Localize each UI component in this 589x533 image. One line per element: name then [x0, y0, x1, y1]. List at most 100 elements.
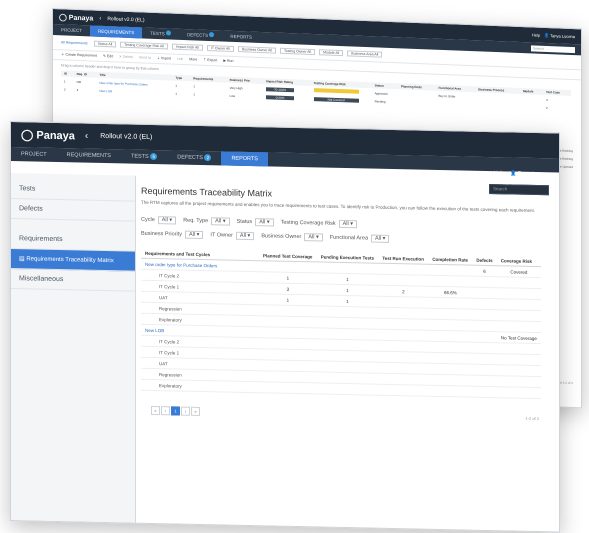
rtm-content: Requirements Traceability Matrix The RTM…	[141, 176, 559, 532]
filters-row-2: Business Priority All ▾ IT Owner All ▾ B…	[141, 230, 559, 247]
edit-button[interactable]: ✎ Edit	[103, 54, 113, 59]
business-owner-filter[interactable]: All ▾	[304, 233, 323, 242]
it-owner-filter-label: IT Owner	[210, 232, 233, 239]
send-button[interactable]: Send to	[139, 55, 151, 60]
cell-rate	[428, 297, 473, 310]
cell-defects	[472, 353, 497, 365]
status-filter[interactable]: Status All	[93, 40, 117, 48]
cycle-filter[interactable]: All ▾	[157, 216, 177, 225]
back-arrow-icon[interactable]: ‹	[85, 131, 88, 142]
cell-defects	[472, 342, 497, 354]
tab-defects[interactable]: DEFECTS	[179, 29, 222, 42]
tab-reports[interactable]: REPORTS	[221, 151, 268, 167]
testing-owner-filter[interactable]: Testing Owner All	[280, 47, 316, 56]
project-selector[interactable]: Rollout v2.0 (EL)	[107, 16, 144, 23]
sidebar-item-defects[interactable]: Defects	[11, 199, 135, 222]
cell-id: 2	[64, 87, 66, 92]
business-area-filter[interactable]: Business Area All	[347, 50, 383, 58]
sidebar-item-tests[interactable]: Tests	[11, 179, 135, 202]
rtm-window: ◯ Panaya ‹ Rollout v2.0 (EL) PROJECT REQ…	[10, 121, 560, 533]
cell-test-case: 2	[546, 105, 548, 111]
cell-rate	[428, 264, 473, 277]
import-button[interactable]: ⇣ Import	[157, 56, 171, 62]
cell-risk	[496, 353, 541, 366]
cell-impact-bar: 0-20%	[263, 93, 311, 103]
cell-rate: 66.6%	[428, 286, 473, 299]
tab-requirements[interactable]: REQUIREMENTS	[57, 148, 121, 163]
user-area: Help 👤 Tanya Lucena	[494, 170, 549, 177]
cell-risk	[496, 386, 541, 399]
filters-row-1: Cycle All ▾ Req. Type All ▾ Status All ▾…	[141, 216, 559, 233]
create-requirement-button[interactable]: ＋ Create Requirement	[61, 52, 97, 58]
back-arrow-icon[interactable]: ‹	[99, 15, 101, 21]
search-input[interactable]: Search	[531, 45, 575, 54]
project-selector[interactable]: Rollout v2.0 (EL)	[100, 133, 152, 141]
it-owner-filter[interactable]: All ▾	[235, 231, 255, 241]
first-page-button[interactable]: «	[151, 405, 160, 416]
cell-business-process	[475, 101, 520, 111]
business-owner-filter[interactable]: Business Owner All	[237, 46, 277, 54]
cell-risk	[496, 342, 541, 355]
cell-rate	[428, 385, 473, 398]
sidebar-item-requirements[interactable]: Requirements	[11, 229, 135, 252]
cell-risk	[496, 320, 541, 333]
rtm-table: Requirements and Test Cycles Planned Tes…	[141, 247, 541, 399]
next-page-button[interactable]: ›	[181, 406, 190, 416]
tab-tests[interactable]: TESTS	[142, 27, 179, 39]
run-button[interactable]: ▶ Run	[223, 59, 233, 64]
testing-coverage-filter[interactable]: All ▾	[338, 219, 358, 229]
panaya-logo: ◯ Panaya	[21, 129, 75, 143]
cell-pending	[316, 382, 379, 396]
cell-defects	[472, 309, 497, 321]
sidebar-item-rtm[interactable]: ▤ Requirements Traceability Matrix	[11, 249, 135, 272]
business-owner-filter-label: Business Owner	[261, 233, 302, 241]
status-filter[interactable]: All ▾	[255, 218, 274, 227]
business-priority-filter-label: Business Priority	[141, 230, 182, 238]
all-requirements-dropdown[interactable]: All Requirements	[61, 40, 88, 45]
user-menu[interactable]: 👤 Tanya Lucena	[510, 170, 549, 177]
req-type-filter[interactable]: All ▾	[211, 217, 230, 226]
prev-page-button[interactable]: ‹	[161, 406, 170, 416]
panaya-logo: ◯ Panaya	[59, 13, 94, 23]
cell-defects	[472, 375, 497, 387]
col-defects: Defects	[472, 254, 497, 266]
tab-requirements[interactable]: REQUIREMENTS	[90, 25, 143, 39]
cell-type: 1	[175, 91, 178, 96]
business-priority-filter[interactable]: All ▾	[184, 230, 204, 240]
sidebar-item-miscellaneous[interactable]: Miscellaneous	[11, 269, 135, 292]
last-page-button[interactable]: »	[191, 406, 200, 416]
page-1-button[interactable]: 1	[171, 406, 180, 416]
impact-risk-filter[interactable]: Impact Risk All	[171, 43, 203, 51]
cell-rate	[428, 319, 473, 332]
cell-defects	[472, 331, 497, 343]
cell-rate	[428, 341, 473, 354]
tab-defects[interactable]: DEFECTS 2	[167, 150, 221, 165]
more-button[interactable]: More	[189, 57, 197, 62]
it-owner-filter[interactable]: IT Owner All	[206, 44, 234, 52]
module-filter[interactable]: Module All	[319, 49, 344, 57]
cell-risk	[496, 298, 541, 311]
export-button[interactable]: ⇡ Export	[203, 58, 217, 64]
user-menu[interactable]: 👤 Tanya Lucena	[544, 33, 575, 39]
cell-planning	[398, 98, 436, 107]
cell-planned	[259, 381, 317, 394]
cell-status: Pending	[374, 99, 386, 104]
tab-project[interactable]: PROJECT	[53, 24, 90, 36]
functional-area-filter[interactable]: All ▾	[371, 234, 390, 243]
tab-tests[interactable]: TESTS 5	[121, 149, 167, 164]
help-link[interactable]: Help	[532, 32, 540, 37]
tab-reports[interactable]: REPORTS	[222, 31, 260, 43]
tab-project[interactable]: PROJECT	[11, 147, 57, 162]
delete-button[interactable]: ✕ Delete	[119, 55, 133, 61]
testing-coverage-filter[interactable]: Testing Coverage Risk All	[120, 41, 168, 50]
cell-risk	[496, 364, 541, 377]
cell-rate	[428, 308, 473, 321]
help-link[interactable]: Help	[494, 170, 504, 176]
cell-rate	[428, 363, 473, 376]
cell-run	[378, 384, 429, 397]
pagination: « ‹ 1 › »	[151, 405, 201, 416]
cell-risk	[496, 375, 541, 388]
cell-rate	[428, 374, 473, 387]
cell-title[interactable]: New LOB	[96, 87, 172, 98]
link-button[interactable]: Link	[177, 57, 183, 62]
